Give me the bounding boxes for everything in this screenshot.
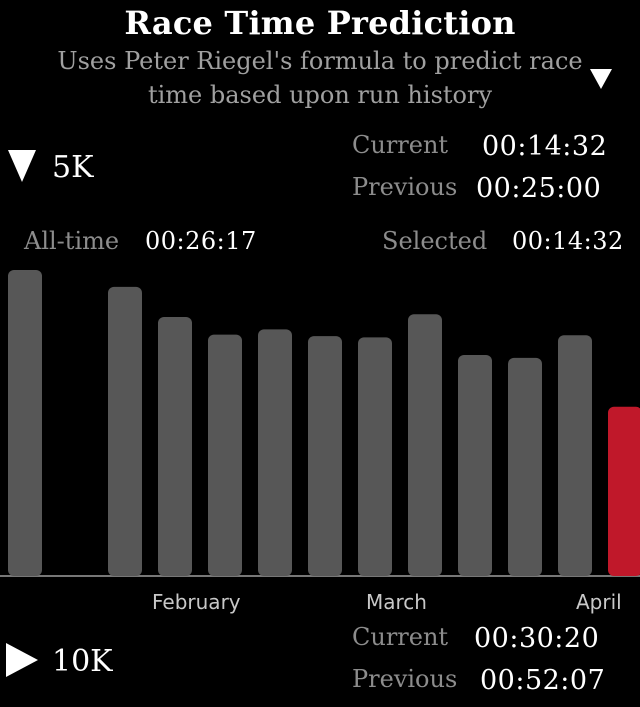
- current-value-5k: 00:14:32: [482, 131, 608, 162]
- previous-value-10k: 00:52:07: [480, 665, 606, 696]
- alltime-label: All-time: [24, 227, 120, 255]
- chart-bar[interactable]: [208, 334, 242, 576]
- month-label-april: April: [576, 590, 622, 614]
- current-label-5k: Current: [352, 131, 449, 159]
- page-subtitle: Uses Peter Riegel's formula to predict r…: [57, 47, 583, 109]
- previous-value-5k: 00:25:00: [476, 173, 602, 204]
- previous-label-5k: Previous: [352, 173, 458, 201]
- selected-value: 00:14:32: [512, 227, 624, 255]
- page-title: Race Time Prediction: [124, 4, 516, 42]
- chart-bar[interactable]: [558, 335, 592, 576]
- disclosure-expanded-icon: [8, 150, 36, 182]
- month-label-march: March: [366, 590, 427, 614]
- chart-bar-selected[interactable]: [608, 406, 640, 576]
- chart-bar[interactable]: [408, 314, 442, 576]
- alltime-value: 00:26:17: [145, 227, 257, 255]
- section-label-10k: 10K: [52, 644, 113, 679]
- chart-bar[interactable]: [258, 329, 292, 576]
- section-label-5k: 5K: [52, 150, 94, 185]
- section-toggle-5k[interactable]: [8, 150, 36, 182]
- chevron-down-icon[interactable]: [588, 66, 614, 92]
- current-label-10k: Current: [352, 623, 449, 651]
- current-value-10k: 00:30:20: [474, 623, 600, 654]
- chart-bar[interactable]: [108, 286, 142, 576]
- chart-bar[interactable]: [358, 337, 392, 576]
- chart-bar[interactable]: [308, 336, 342, 576]
- previous-label-10k: Previous: [352, 665, 458, 693]
- disclosure-collapsed-icon: [6, 643, 38, 677]
- month-label-february: February: [152, 590, 241, 614]
- chart-bar[interactable]: [158, 316, 192, 576]
- chart-bar[interactable]: [458, 354, 492, 576]
- section-toggle-10k[interactable]: [6, 643, 38, 677]
- chart-bar[interactable]: [8, 270, 42, 576]
- selected-label: Selected: [382, 227, 488, 255]
- chart-bar[interactable]: [508, 357, 542, 576]
- race-time-bar-chart[interactable]: [0, 260, 640, 580]
